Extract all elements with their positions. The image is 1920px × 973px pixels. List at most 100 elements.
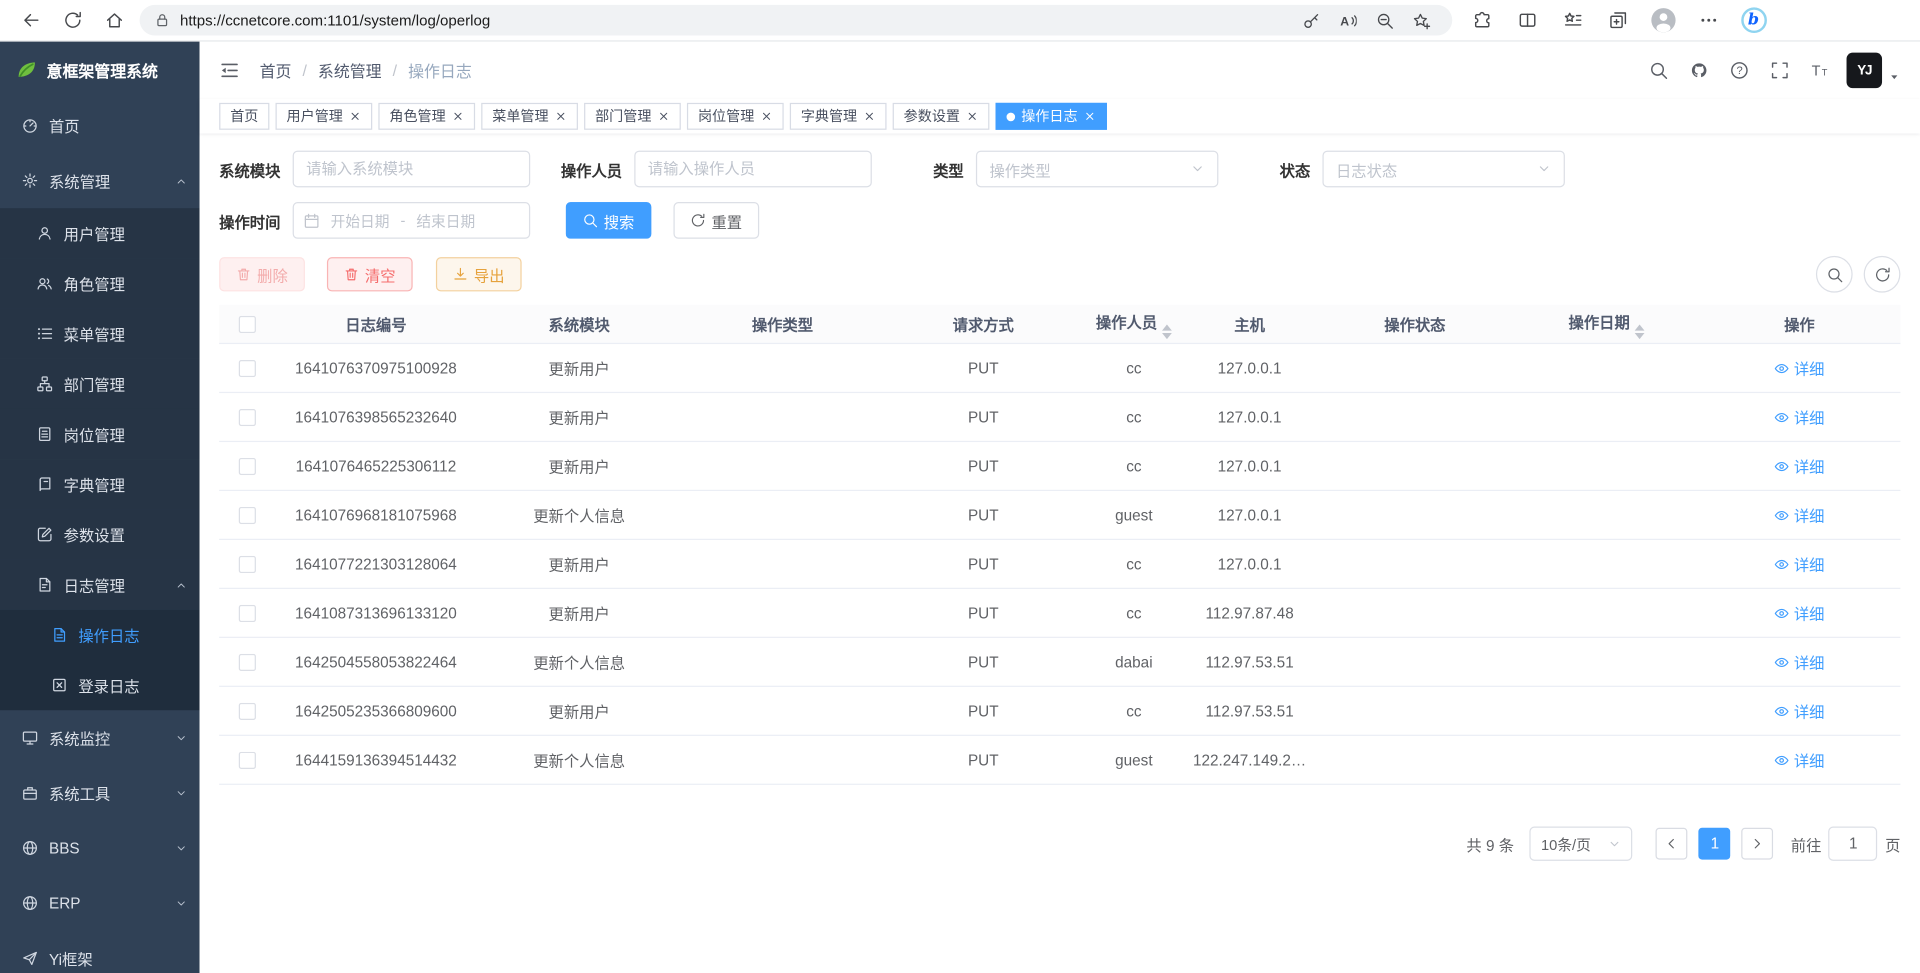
detail-link[interactable]: 详细 [1774,405,1824,428]
collections-icon[interactable] [1598,2,1637,38]
next-page-button[interactable] [1742,828,1774,860]
sort-icon[interactable] [1162,324,1172,339]
prev-page-button[interactable] [1656,828,1688,860]
sidebar-item-log-management[interactable]: 日志管理 [0,560,200,610]
detail-link[interactable]: 详细 [1774,356,1824,379]
column-label: 系统模块 [549,317,610,334]
tab-param-settings[interactable]: 参数设置 [893,103,990,130]
tab-operation-log[interactable]: 操作日志 [996,103,1107,130]
date-range-picker[interactable]: 开始日期 - 结束日期 [293,202,531,239]
goto-page-input[interactable] [1829,827,1878,861]
module-input[interactable] [293,151,531,188]
profile-avatar[interactable] [1643,2,1682,38]
sidebar-item-operation-log[interactable]: 操作日志 [0,610,200,660]
favorite-star-icon[interactable] [1406,6,1438,34]
row-checkbox[interactable] [239,359,256,376]
bing-icon[interactable]: b [1734,2,1773,38]
tab-close-icon[interactable] [452,110,464,122]
more-icon[interactable] [1689,2,1728,38]
sidebar-item-bbs[interactable]: BBS [0,820,200,875]
key-icon[interactable] [1296,6,1328,34]
tab-close-icon[interactable] [1084,110,1096,122]
tab-user-management[interactable]: 用户管理 [276,103,373,130]
help-icon[interactable]: ? [1724,52,1753,89]
sidebar-item-role-management[interactable]: 角色管理 [0,258,200,308]
tab-close-icon[interactable] [863,110,875,122]
operator-input[interactable] [634,151,872,188]
hamburger-icon[interactable] [219,60,240,81]
table-search-button[interactable] [1816,256,1853,293]
page-size-select[interactable]: 10条/页 [1530,827,1633,861]
breadcrumb-item[interactable]: 系统管理 [318,59,382,82]
detail-link[interactable]: 详细 [1774,503,1824,526]
sort-icon[interactable] [1635,324,1645,339]
tab-close-icon[interactable] [555,110,567,122]
row-checkbox[interactable] [239,702,256,719]
row-checkbox[interactable] [239,457,256,474]
refresh-icon[interactable] [54,3,91,37]
tab-dict-management[interactable]: 字典管理 [790,103,887,130]
tab-close-icon[interactable] [349,110,361,122]
detail-link[interactable]: 详细 [1774,699,1824,722]
back-icon[interactable] [12,3,49,37]
detail-link[interactable]: 详细 [1774,748,1824,771]
caret-down-icon[interactable] [1888,70,1900,82]
search-button[interactable]: 搜索 [566,202,652,239]
row-checkbox[interactable] [239,653,256,670]
sidebar-item-department-management[interactable]: 部门管理 [0,359,200,409]
github-icon[interactable] [1684,52,1713,89]
row-checkbox[interactable] [239,751,256,768]
extensions-icon[interactable] [1462,2,1501,38]
search-icon[interactable] [1643,52,1672,89]
row-checkbox[interactable] [239,506,256,523]
sidebar-item-system-tools[interactable]: 系统工具 [0,765,200,820]
url-text[interactable]: https://ccnetcore.com:1101/system/log/op… [180,12,1286,29]
sidebar-item-login-log[interactable]: 登录日志 [0,660,200,710]
sidebar-item-dict-management[interactable]: 字典管理 [0,459,200,509]
lock-icon[interactable] [154,12,170,28]
sidebar-item-menu-management[interactable]: 菜单管理 [0,309,200,359]
sidebar-item-param-settings[interactable]: 参数设置 [0,509,200,559]
tab-close-icon[interactable] [760,110,772,122]
sidebar-item-yi-framework[interactable]: Yi框架 [0,931,200,973]
tab-close-icon[interactable] [658,110,670,122]
home-icon[interactable] [96,3,133,37]
row-checkbox[interactable] [239,408,256,425]
split-screen-icon[interactable] [1507,2,1546,38]
tab-home[interactable]: 首页 [219,103,269,130]
row-checkbox[interactable] [239,555,256,572]
status-select[interactable]: 日志状态 [1323,151,1565,188]
breadcrumb-item[interactable]: 首页 [260,59,292,82]
sidebar-item-user-management[interactable]: 用户管理 [0,208,200,258]
detail-link[interactable]: 详细 [1774,552,1824,575]
read-aloud-icon[interactable]: A [1332,6,1364,34]
current-page-button[interactable]: 1 [1699,828,1731,860]
row-checkbox[interactable] [239,604,256,621]
select-all-checkbox[interactable] [239,315,256,332]
tab-role-management[interactable]: 角色管理 [378,103,475,130]
sidebar-item-home[interactable]: 首页 [0,98,200,153]
detail-link[interactable]: 详细 [1774,650,1824,673]
table-refresh-button[interactable] [1864,256,1901,293]
font-size-icon[interactable]: TT [1805,52,1834,89]
tab-close-icon[interactable] [966,110,978,122]
sidebar-item-system-monitor[interactable]: 系统监控 [0,710,200,765]
detail-link[interactable]: 详细 [1774,454,1824,477]
tab-department-management[interactable]: 部门管理 [584,103,681,130]
reset-button[interactable]: 重置 [674,202,760,239]
tab-post-management[interactable]: 岗位管理 [687,103,784,130]
zoom-out-icon[interactable] [1369,6,1401,34]
sidebar-item-post-management[interactable]: 岗位管理 [0,409,200,459]
sidebar-item-erp[interactable]: ERP [0,876,200,931]
detail-link[interactable]: 详细 [1774,601,1824,624]
user-avatar[interactable]: YJ [1847,53,1883,89]
address-bar[interactable]: https://ccnetcore.com:1101/system/log/op… [140,5,1453,36]
type-select[interactable]: 操作类型 [976,151,1218,188]
delete-button[interactable]: 删除 [219,257,305,291]
favorites-bar-icon[interactable] [1553,2,1592,38]
clear-button[interactable]: 清空 [327,257,413,291]
tab-menu-management[interactable]: 菜单管理 [481,103,578,130]
sidebar-item-system-management[interactable]: 系统管理 [0,153,200,208]
export-button[interactable]: 导出 [436,257,522,291]
fullscreen-icon[interactable] [1764,52,1793,89]
